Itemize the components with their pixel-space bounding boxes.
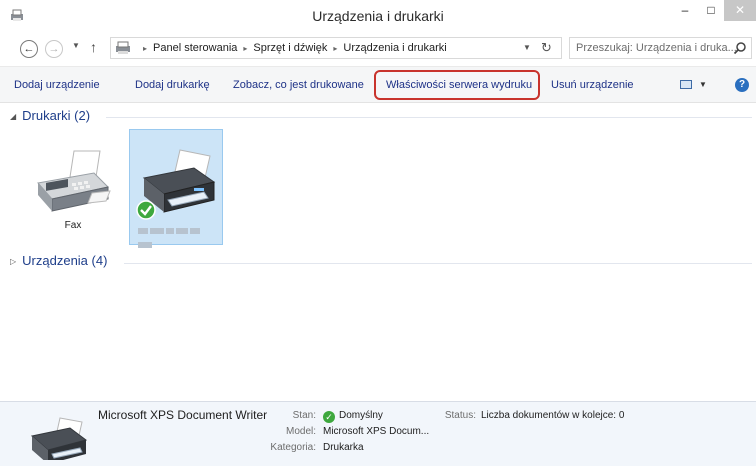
breadcrumb: ▸ Panel sterowania ▸ Sprzęt i dźwięk ▸ Urządz… (137, 42, 447, 54)
group-label-printers: Drukarki (2) (22, 108, 91, 123)
address-bar-row: ← → ▼ ↑ ▸ Panel sterowania ▸ Sprzęt i dźwię… (0, 31, 756, 66)
search-placeholder: Przeszukaj: Urządzenia i druka... (576, 42, 737, 54)
collapse-triangle-icon[interactable]: ◢ (10, 112, 16, 121)
printer-icon (30, 417, 88, 460)
recent-locations-button[interactable]: ▼ (72, 41, 80, 50)
window-title: Urządzenia i drukarki (312, 8, 444, 24)
forward-button[interactable]: → (45, 40, 63, 58)
status-value: Liczba dokumentów w kolejce: 0 (481, 410, 625, 421)
change-view-icon[interactable] (680, 80, 692, 89)
search-icon[interactable] (733, 41, 747, 55)
breadcrumb-separator: ▸ (143, 44, 148, 53)
selected-device-name: Microsoft XPS Document Writer (98, 408, 268, 422)
close-button[interactable]: ✕ (724, 0, 756, 21)
category-value: Drukarka (323, 442, 364, 453)
breadcrumb-separator[interactable]: ▸ (243, 44, 247, 53)
model-key: Model: (285, 426, 316, 437)
device-tile-default-printer[interactable] (129, 129, 223, 248)
back-button[interactable]: ← (20, 40, 38, 58)
search-input[interactable]: Przeszukaj: Urządzenia i druka... (569, 37, 752, 59)
print-server-properties-button[interactable]: Właściwości serwera wydruku (386, 79, 532, 91)
help-icon[interactable]: ? (735, 78, 749, 92)
group-header-printers[interactable]: ◢ Drukarki (2) (10, 108, 90, 123)
breadcrumb-item-hardware-sound[interactable]: Sprzęt i dźwięk (253, 42, 327, 54)
state-value-row: ✓ Domyślny (323, 410, 383, 423)
group-divider (124, 263, 752, 264)
group-header-devices[interactable]: ▷ Urządzenia (4) (10, 253, 107, 268)
breadcrumb-item-devices-printers[interactable]: Urządzenia i drukarki (343, 42, 446, 54)
title-bar: Urządzenia i drukarki – □ ✕ (0, 0, 756, 31)
devices-view: ◢ Drukarki (2) Fax ▷ Urządzenia (4) (0, 103, 756, 401)
add-device-button[interactable]: Dodaj urządzenie (14, 79, 100, 91)
address-field[interactable]: ▸ Panel sterowania ▸ Sprzęt i dźwięk ▸ Urządz… (110, 37, 562, 59)
default-printer-check-icon (136, 200, 156, 220)
maximize-button[interactable]: □ (698, 0, 724, 21)
state-key: Stan: (292, 410, 316, 421)
group-divider (106, 117, 752, 118)
model-value: Microsoft XPS Docum... (323, 426, 430, 437)
minimize-button[interactable]: – (672, 0, 698, 21)
fax-icon (37, 150, 111, 212)
check-icon: ✓ (323, 411, 335, 423)
device-label: Fax (64, 220, 82, 231)
group-label-devices: Urządzenia (4) (22, 253, 108, 268)
command-bar: Dodaj urządzenie Dodaj drukarkę Zobacz, … (0, 66, 756, 103)
refresh-button[interactable]: ↻ (541, 40, 552, 56)
up-button[interactable]: ↑ (90, 39, 97, 55)
control-panel-icon (116, 41, 130, 54)
expand-triangle-icon[interactable]: ▷ (10, 257, 16, 266)
details-pane: Microsoft XPS Document Writer Stan: ✓ Dom… (0, 401, 756, 466)
breadcrumb-separator[interactable]: ▸ (333, 44, 337, 53)
view-options-dropdown[interactable]: ▼ (699, 80, 707, 89)
device-tile-fax[interactable]: Fax (26, 129, 120, 245)
category-key: Kategoria: (270, 442, 316, 453)
see-whats-printing-button[interactable]: Zobacz, co jest drukowane (233, 79, 364, 91)
breadcrumb-item-control-panel[interactable]: Panel sterowania (153, 42, 237, 54)
status-key: Status: (444, 410, 476, 421)
printer-name-redacted (138, 223, 216, 248)
remove-device-button[interactable]: Usuń urządzenie (551, 79, 634, 91)
state-value: Domyślny (339, 410, 383, 421)
address-dropdown-button[interactable]: ▼ (523, 43, 531, 52)
add-printer-button[interactable]: Dodaj drukarkę (135, 79, 210, 91)
